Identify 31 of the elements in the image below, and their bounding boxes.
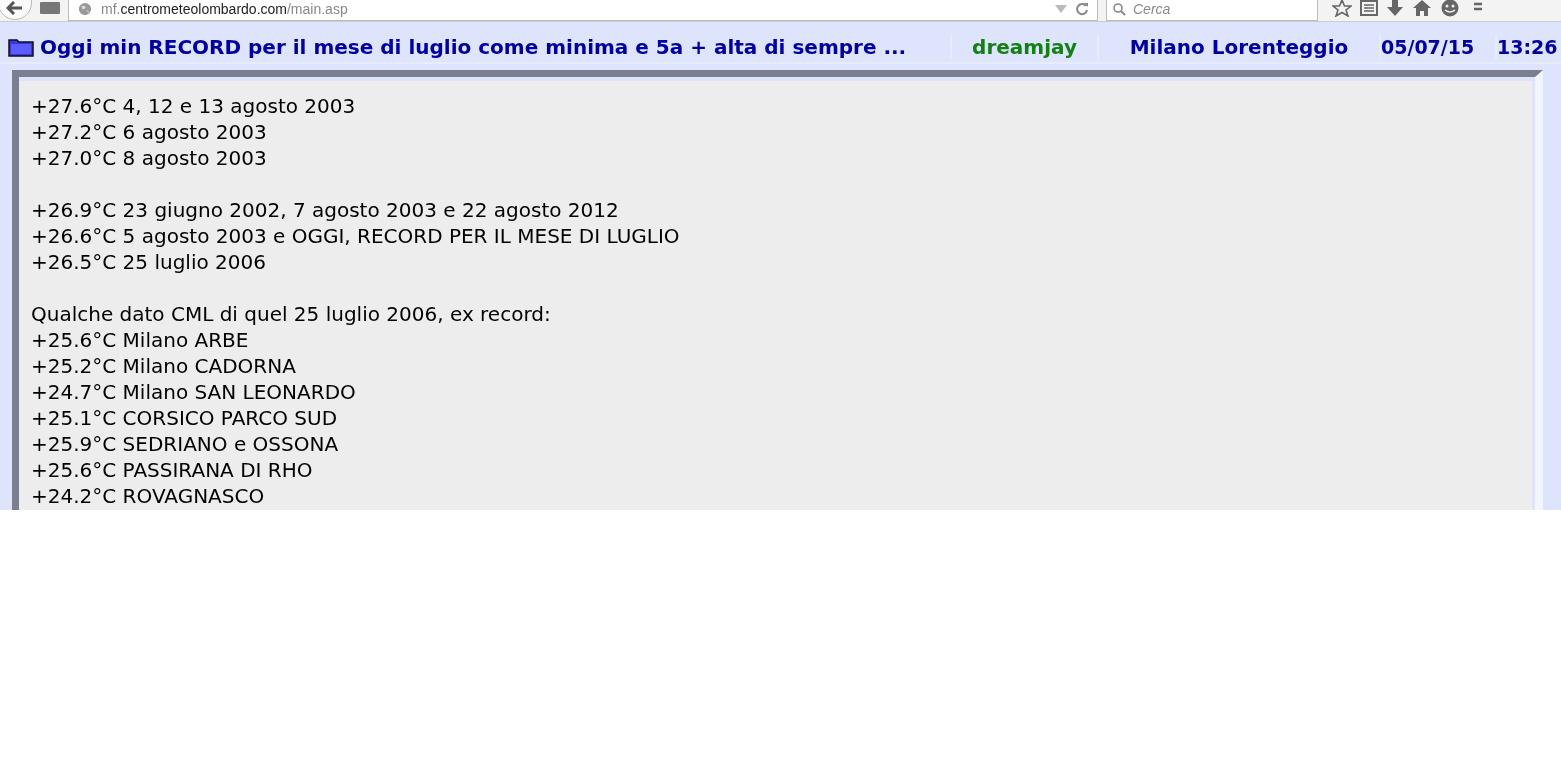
post-text-line: +25.9°C SEDRIANO e OSSONA xyxy=(31,431,339,457)
post-text-line: +24.7°C Milano SAN LEONARDO xyxy=(31,379,356,405)
post-time: 13:26 xyxy=(1497,36,1558,58)
post-text-line: +26.9°C 23 giugno 2002, 7 agosto 2003 e 22 agosto 2012 xyxy=(31,197,619,223)
post-title[interactable]: Oggi min RECORD per il mese di luglio come minima e 5a + alta di sempre ... xyxy=(40,35,907,59)
address-bar[interactable]: mf.centrometeolombardo.com/main.asp xyxy=(68,0,1098,21)
post-text-line: +27.2°C 6 agosto 2003 xyxy=(31,119,267,145)
globe-icon xyxy=(77,2,93,16)
home-icon[interactable] xyxy=(1412,0,1432,17)
post-text-line: +24.2°C ROVAGNASCO xyxy=(31,483,265,509)
post-author[interactable]: dreamjay xyxy=(972,35,1077,59)
post-location: Milano Lorenteggio xyxy=(1129,35,1349,59)
post-text-line: +26.6°C 5 agosto 2003 e OGGI, RECORD PER IL MESE DI LUGLIO xyxy=(31,223,680,249)
post-text-line: Qualche dato CML di quel 25 luglio 2006, ex record: xyxy=(31,301,551,327)
post-text-line: +26.5°C 25 luglio 2006 xyxy=(31,249,266,275)
post-date: 05/07/15 xyxy=(1381,36,1475,58)
url-text: mf.centrometeolombardo.com/main.asp xyxy=(101,1,348,17)
reading-list-icon[interactable] xyxy=(1360,0,1378,16)
star-icon[interactable] xyxy=(1332,0,1352,17)
search-icon xyxy=(1113,2,1126,16)
post-text-line: +27.6°C 4, 12 e 13 agosto 2003 xyxy=(31,93,356,119)
reload-icon[interactable] xyxy=(1075,2,1089,16)
post-text-line: +27.0°C 8 agosto 2003 xyxy=(31,145,267,171)
smiley-icon[interactable] xyxy=(1440,0,1460,17)
post-text-line: +25.6°C PASSIRANA DI RHO xyxy=(31,457,313,483)
search-field[interactable]: Cerca xyxy=(1106,0,1318,21)
back-arrow-icon xyxy=(6,0,24,15)
post-text-line: +25.2°C Milano CADORNA xyxy=(31,353,296,379)
post-text-line: +25.6°C Milano ARBE xyxy=(31,327,249,353)
download-icon[interactable] xyxy=(1386,0,1404,17)
post-text-line: +25.1°C CORSICO PARCO SUD xyxy=(31,405,338,431)
